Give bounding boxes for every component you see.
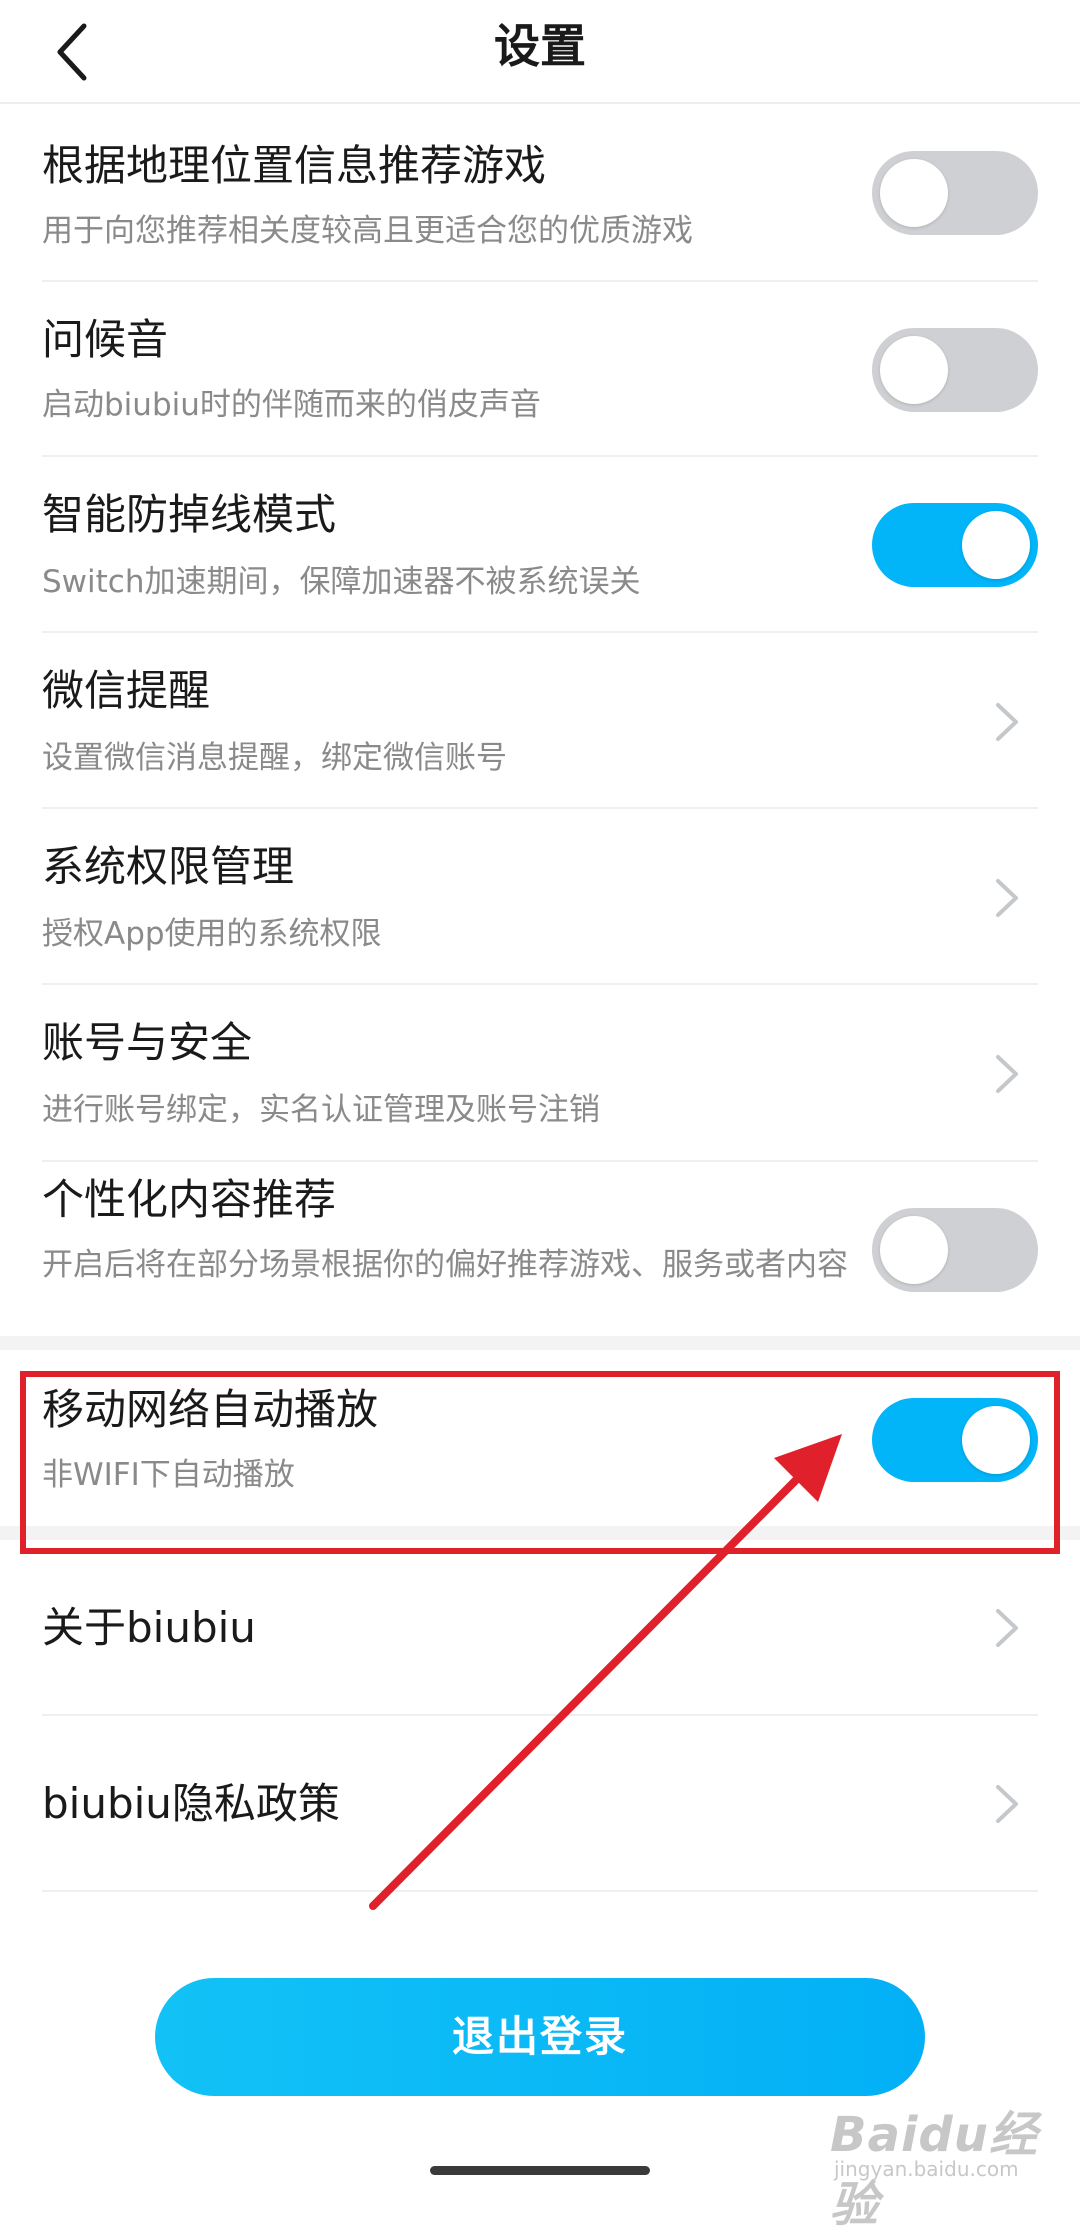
setting-about[interactable]: 关于biubiu <box>0 1540 1080 1716</box>
setting-subtitle: 开启后将在部分场景根据你的偏好推荐游戏、服务或者内容 <box>42 1247 848 1283</box>
divider <box>42 1890 1038 1892</box>
setting-wechat-reminder[interactable]: 微信提醒 设置微信消息提醒，绑定微信账号 <box>0 633 1080 809</box>
chevron-right-icon <box>996 703 1018 741</box>
anti-disconnect-toggle[interactable] <box>872 503 1038 587</box>
setting-subtitle: 设置微信消息提醒，绑定微信账号 <box>42 740 507 776</box>
setting-greeting-sound: 问候音 启动biubiu时的伴随而来的俏皮声音 <box>0 282 1080 457</box>
personalized-content-toggle[interactable] <box>872 1208 1038 1292</box>
setting-privacy-policy[interactable]: biubiu隐私政策 <box>0 1716 1080 1892</box>
setting-title: 微信提醒 <box>42 666 211 715</box>
chevron-right-icon <box>996 1609 1018 1647</box>
watermark-url: jingyan.baidu.com <box>834 2157 1019 2181</box>
setting-account-security[interactable]: 账号与安全 进行账号绑定，实名认证管理及账号注销 <box>0 985 1080 1162</box>
setting-title: 根据地理位置信息推荐游戏 <box>42 141 547 190</box>
setting-subtitle: 启动biubiu时的伴随而来的俏皮声音 <box>42 387 541 423</box>
mobile-autoplay-toggle[interactable] <box>872 1398 1038 1482</box>
toggle-knob <box>962 511 1030 579</box>
page-title: 设置 <box>494 19 586 73</box>
toggle-knob <box>880 159 948 227</box>
location-recommend-toggle[interactable] <box>872 151 1038 235</box>
setting-location-recommend: 根据地理位置信息推荐游戏 用于向您推荐相关度较高且更适合您的优质游戏 <box>0 104 1080 282</box>
home-indicator[interactable] <box>430 2166 650 2175</box>
section-gap <box>0 1526 1080 1540</box>
section-gap <box>0 1336 1080 1350</box>
setting-mobile-autoplay: 移动网络自动播放 非WIFI下自动播放 <box>0 1350 1080 1526</box>
chevron-right-icon <box>996 1055 1018 1093</box>
baidu-jingyan-watermark: Baidu经验 jingyan.baidu.com <box>820 2095 1060 2233</box>
setting-title: 智能防掉线模式 <box>42 490 337 539</box>
setting-title: 移动网络自动播放 <box>42 1385 379 1434</box>
toggle-knob <box>880 336 948 404</box>
setting-anti-disconnect: 智能防掉线模式 Switch加速期间，保障加速器不被系统误关 <box>0 457 1080 633</box>
toggle-knob <box>880 1216 948 1284</box>
setting-subtitle: 非WIFI下自动播放 <box>42 1457 295 1493</box>
setting-subtitle: Switch加速期间，保障加速器不被系统误关 <box>42 564 641 600</box>
chevron-right-icon <box>996 879 1018 917</box>
setting-subtitle: 进行账号绑定，实名认证管理及账号注销 <box>42 1092 600 1128</box>
setting-title: 账号与安全 <box>42 1018 253 1067</box>
setting-title: biubiu隐私政策 <box>42 1779 340 1828</box>
setting-title: 个性化内容推荐 <box>42 1175 337 1224</box>
setting-subtitle: 授权App使用的系统权限 <box>42 916 382 952</box>
setting-personalized-content: 个性化内容推荐 开启后将在部分场景根据你的偏好推荐游戏、服务或者内容 <box>0 1162 1080 1336</box>
nav-header: 设置 <box>0 0 1080 104</box>
setting-system-permissions[interactable]: 系统权限管理 授权App使用的系统权限 <box>0 809 1080 985</box>
logout-button[interactable]: 退出登录 <box>155 1978 925 2096</box>
setting-subtitle: 用于向您推荐相关度较高且更适合您的优质游戏 <box>42 213 693 249</box>
setting-title: 系统权限管理 <box>42 842 295 891</box>
greeting-sound-toggle[interactable] <box>872 328 1038 412</box>
setting-title: 问候音 <box>42 315 169 364</box>
chevron-right-icon <box>996 1785 1018 1823</box>
toggle-knob <box>962 1406 1030 1474</box>
setting-title: 关于biubiu <box>42 1603 256 1652</box>
